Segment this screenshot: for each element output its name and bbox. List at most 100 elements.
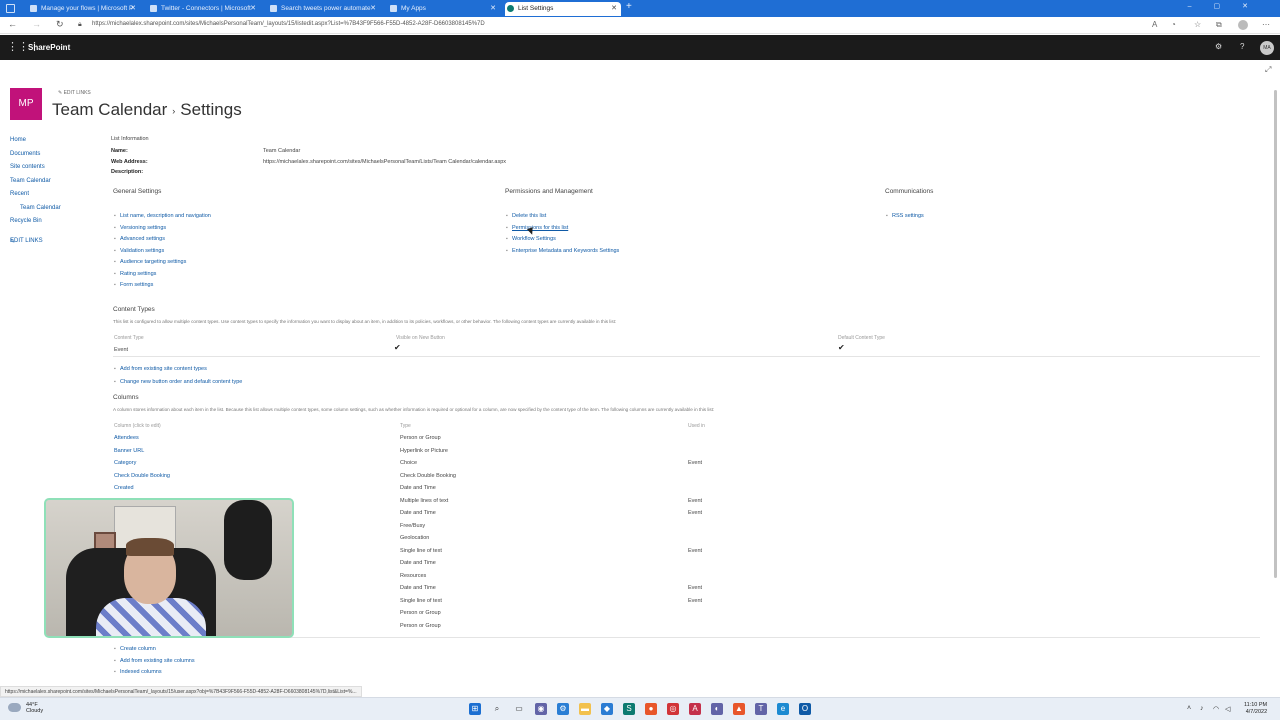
column-name[interactable]: Created — [114, 485, 134, 491]
bullet-icon: ▪ — [886, 213, 888, 219]
link-validation[interactable]: Validation settings — [120, 248, 164, 254]
nav-recycle-bin[interactable]: Recycle Bin — [10, 218, 42, 224]
site-logo[interactable]: MP — [10, 88, 42, 120]
column-name[interactable]: Check Double Booking — [114, 473, 170, 479]
taskbar: 44°F Cloudy ⊞ ⌕ ▭ ◉ ⚙ ▬ ◆ S ● ◎ A ◐ ▲ T … — [0, 697, 1280, 720]
link-versioning[interactable]: Versioning settings — [120, 225, 166, 231]
close-tab-icon[interactable]: ✕ — [611, 2, 617, 15]
close-tab-icon[interactable]: ✕ — [130, 2, 136, 15]
browser-tabstrip: Manage your flows | Microsoft P ✕ Twitter… — [0, 0, 1280, 17]
wifi-icon[interactable]: ◠ — [1213, 705, 1219, 713]
link-change-button-order[interactable]: Change new button order and default cont… — [120, 379, 242, 385]
close-tab-icon[interactable]: ✕ — [370, 2, 376, 15]
link-list-name[interactable]: List name, description and navigation — [120, 213, 211, 219]
weather-icon[interactable] — [8, 703, 21, 712]
breadcrumb-list[interactable]: Team Calendar — [52, 100, 167, 119]
browser-tab-active[interactable]: List Settings ✕ — [505, 2, 621, 16]
nav-recent-team-calendar[interactable]: Team Calendar — [20, 205, 61, 211]
system-clock[interactable]: 11:10 PM 4/7/2022 — [1244, 702, 1267, 716]
link-rating[interactable]: Rating settings — [120, 271, 156, 277]
settings-icon[interactable]: ⚙ — [1215, 42, 1222, 51]
edit-links-label: EDIT LINKS — [63, 90, 91, 96]
link-delete-list[interactable]: Delete this list — [512, 213, 546, 219]
link-add-content-types[interactable]: Add from existing site content types — [120, 366, 207, 372]
window-controls[interactable]: –▢✕ — [1188, 2, 1270, 10]
profile-avatar[interactable] — [1238, 20, 1248, 30]
lock-icon[interactable]: 🔒︎ — [78, 21, 82, 29]
favorites-icon[interactable]: ☆ — [1194, 20, 1201, 29]
link-add-site-columns[interactable]: Add from existing site columns — [120, 658, 195, 664]
task-view-icon[interactable]: ▭ — [513, 703, 525, 715]
focus-mode-icon[interactable]: ⤢ — [1265, 65, 1271, 75]
collections-icon[interactable]: ⧉ — [1216, 20, 1222, 30]
column-type: Single line of text — [400, 598, 442, 604]
nav-home[interactable]: Home — [10, 137, 26, 143]
column-type: Geolocation — [400, 535, 430, 541]
nav-documents[interactable]: Documents — [10, 151, 40, 157]
firefox-icon[interactable]: ● — [645, 703, 657, 715]
edge-icon[interactable]: e — [777, 703, 789, 715]
search-icon[interactable]: ⌕ — [491, 703, 503, 715]
discord-icon[interactable]: ◐ — [711, 703, 723, 715]
brave-icon[interactable]: ▲ — [733, 703, 745, 715]
link-advanced[interactable]: Advanced settings — [120, 236, 165, 242]
record-icon[interactable]: ◎ — [667, 703, 679, 715]
nav-recent[interactable]: Recent — [10, 191, 29, 197]
link-form[interactable]: Form settings — [120, 282, 153, 288]
read-aloud-icon[interactable]: A — [1152, 20, 1157, 29]
ct-col-visible: Visible on New Button — [396, 335, 445, 341]
help-icon[interactable]: ? — [1240, 42, 1244, 51]
close-tab-icon[interactable]: ✕ — [250, 2, 256, 15]
link-audience[interactable]: Audience targeting settings — [120, 259, 186, 265]
ct-row-event[interactable]: Event — [114, 347, 128, 353]
browser-tab[interactable]: Search tweets power automate ✕ — [268, 2, 380, 16]
volume-icon[interactable]: ◁ — [1225, 705, 1230, 713]
link-create-column[interactable]: Create column — [120, 646, 156, 652]
vscode-icon[interactable]: ◆ — [601, 703, 613, 715]
back-icon[interactable]: ← — [8, 19, 17, 29]
mic-icon[interactable]: ♪ — [1200, 705, 1204, 712]
link-metadata[interactable]: Enterprise Metadata and Keywords Setting… — [512, 248, 619, 254]
weather-widget[interactable]: 44°F Cloudy — [26, 702, 43, 714]
link-rss[interactable]: RSS settings — [892, 213, 924, 219]
scrollbar-thumb[interactable] — [1274, 90, 1277, 578]
nav-team-calendar[interactable]: Team Calendar — [10, 178, 51, 184]
edit-links-top[interactable]: ✎ EDIT LINKS — [58, 90, 91, 96]
app-launcher-icon[interactable]: ⋮⋮⋮ — [7, 42, 40, 53]
forward-icon[interactable]: → — [32, 19, 41, 29]
more-icon[interactable]: ⋯ — [1262, 20, 1270, 29]
browser-tab[interactable]: Twitter - Connectors | Microsoft ✕ — [148, 2, 260, 16]
browser-tab[interactable]: My Apps ✕ — [388, 2, 500, 16]
column-name[interactable]: Banner URL — [114, 448, 144, 454]
window-menu-icon[interactable] — [6, 4, 15, 13]
tray-chevron-icon[interactable]: ˄ — [1187, 705, 1191, 712]
user-avatar[interactable]: MA — [1260, 41, 1274, 55]
teams-icon[interactable]: T — [755, 703, 767, 715]
new-tab-icon[interactable]: + — [626, 1, 632, 12]
column-name[interactable]: Category — [114, 460, 136, 466]
edit-links-label: EDIT LINKS — [10, 238, 43, 244]
link-indexed-columns[interactable]: Indexed columns — [120, 669, 162, 675]
file-explorer-icon[interactable]: ▬ — [579, 703, 591, 715]
bullet-icon: ▪ — [114, 366, 116, 372]
column-type: Multiple lines of text — [400, 498, 449, 504]
acrobat-icon[interactable]: A — [689, 703, 701, 715]
start-icon[interactable]: ⊞ — [469, 703, 481, 715]
column-type: Date and Time — [400, 585, 436, 591]
refresh-icon[interactable]: ↻ — [56, 19, 64, 30]
column-name[interactable]: Attendees — [114, 435, 139, 441]
settings-app-icon[interactable]: ⚙ — [557, 703, 569, 715]
link-permissions[interactable]: Permissions for this list — [512, 225, 568, 231]
bullet-icon: ▪ — [506, 225, 508, 231]
url-field[interactable]: https://michaelalex.sharepoint.com/sites… — [92, 21, 485, 27]
outlook-icon[interactable]: O — [799, 703, 811, 715]
close-tab-icon[interactable]: ✕ — [490, 2, 496, 15]
sharepoint-icon[interactable]: S — [623, 703, 635, 715]
browser-tab[interactable]: Manage your flows | Microsoft P ✕ — [28, 2, 140, 16]
nav-site-contents[interactable]: Site contents — [10, 164, 45, 170]
tracking-icon[interactable]: ◔ — [1171, 20, 1176, 29]
link-workflow[interactable]: Workflow Settings — [512, 236, 556, 242]
teams-chat-icon[interactable]: ◉ — [535, 703, 547, 715]
suite-brand[interactable]: SharePoint — [28, 43, 70, 52]
bullet-icon: ▪ — [114, 658, 116, 664]
